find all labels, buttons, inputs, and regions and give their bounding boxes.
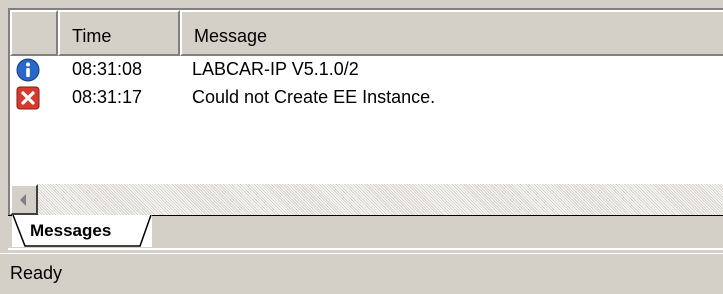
tab-label: Messages [30, 221, 112, 240]
row-time: 08:31:17 [72, 87, 143, 107]
window-top-edge [0, 0, 723, 6]
error-icon [16, 86, 40, 110]
table-row[interactable]: 08:31:08 LABCAR-IP V5.1.0/2 [10, 56, 723, 84]
column-header-message[interactable]: Message [180, 10, 723, 56]
scroll-left-button[interactable] [10, 184, 38, 215]
list-header: Time Message [10, 10, 723, 56]
tab-strip-divider [8, 248, 723, 250]
column-header-icon[interactable] [10, 10, 58, 56]
tab-strip: Messages [8, 215, 723, 252]
horizontal-scrollbar[interactable] [10, 184, 723, 215]
row-message: Could not Create EE Instance. [192, 87, 436, 107]
row-message: LABCAR-IP V5.1.0/2 [192, 59, 359, 79]
status-bar: Ready [0, 253, 723, 294]
info-icon [16, 58, 40, 82]
status-text: Ready [10, 263, 63, 283]
tab-messages[interactable]: Messages [12, 215, 152, 247]
chevron-left-icon [20, 194, 26, 206]
messages-list-view[interactable]: Time Message 08:31:08 LABCAR-IP V5.1.0/2… [8, 8, 723, 215]
table-row[interactable]: 08:31:17 Could not Create EE Instance. [10, 84, 723, 112]
column-header-time[interactable]: Time [58, 10, 180, 56]
row-time: 08:31:08 [72, 59, 143, 79]
